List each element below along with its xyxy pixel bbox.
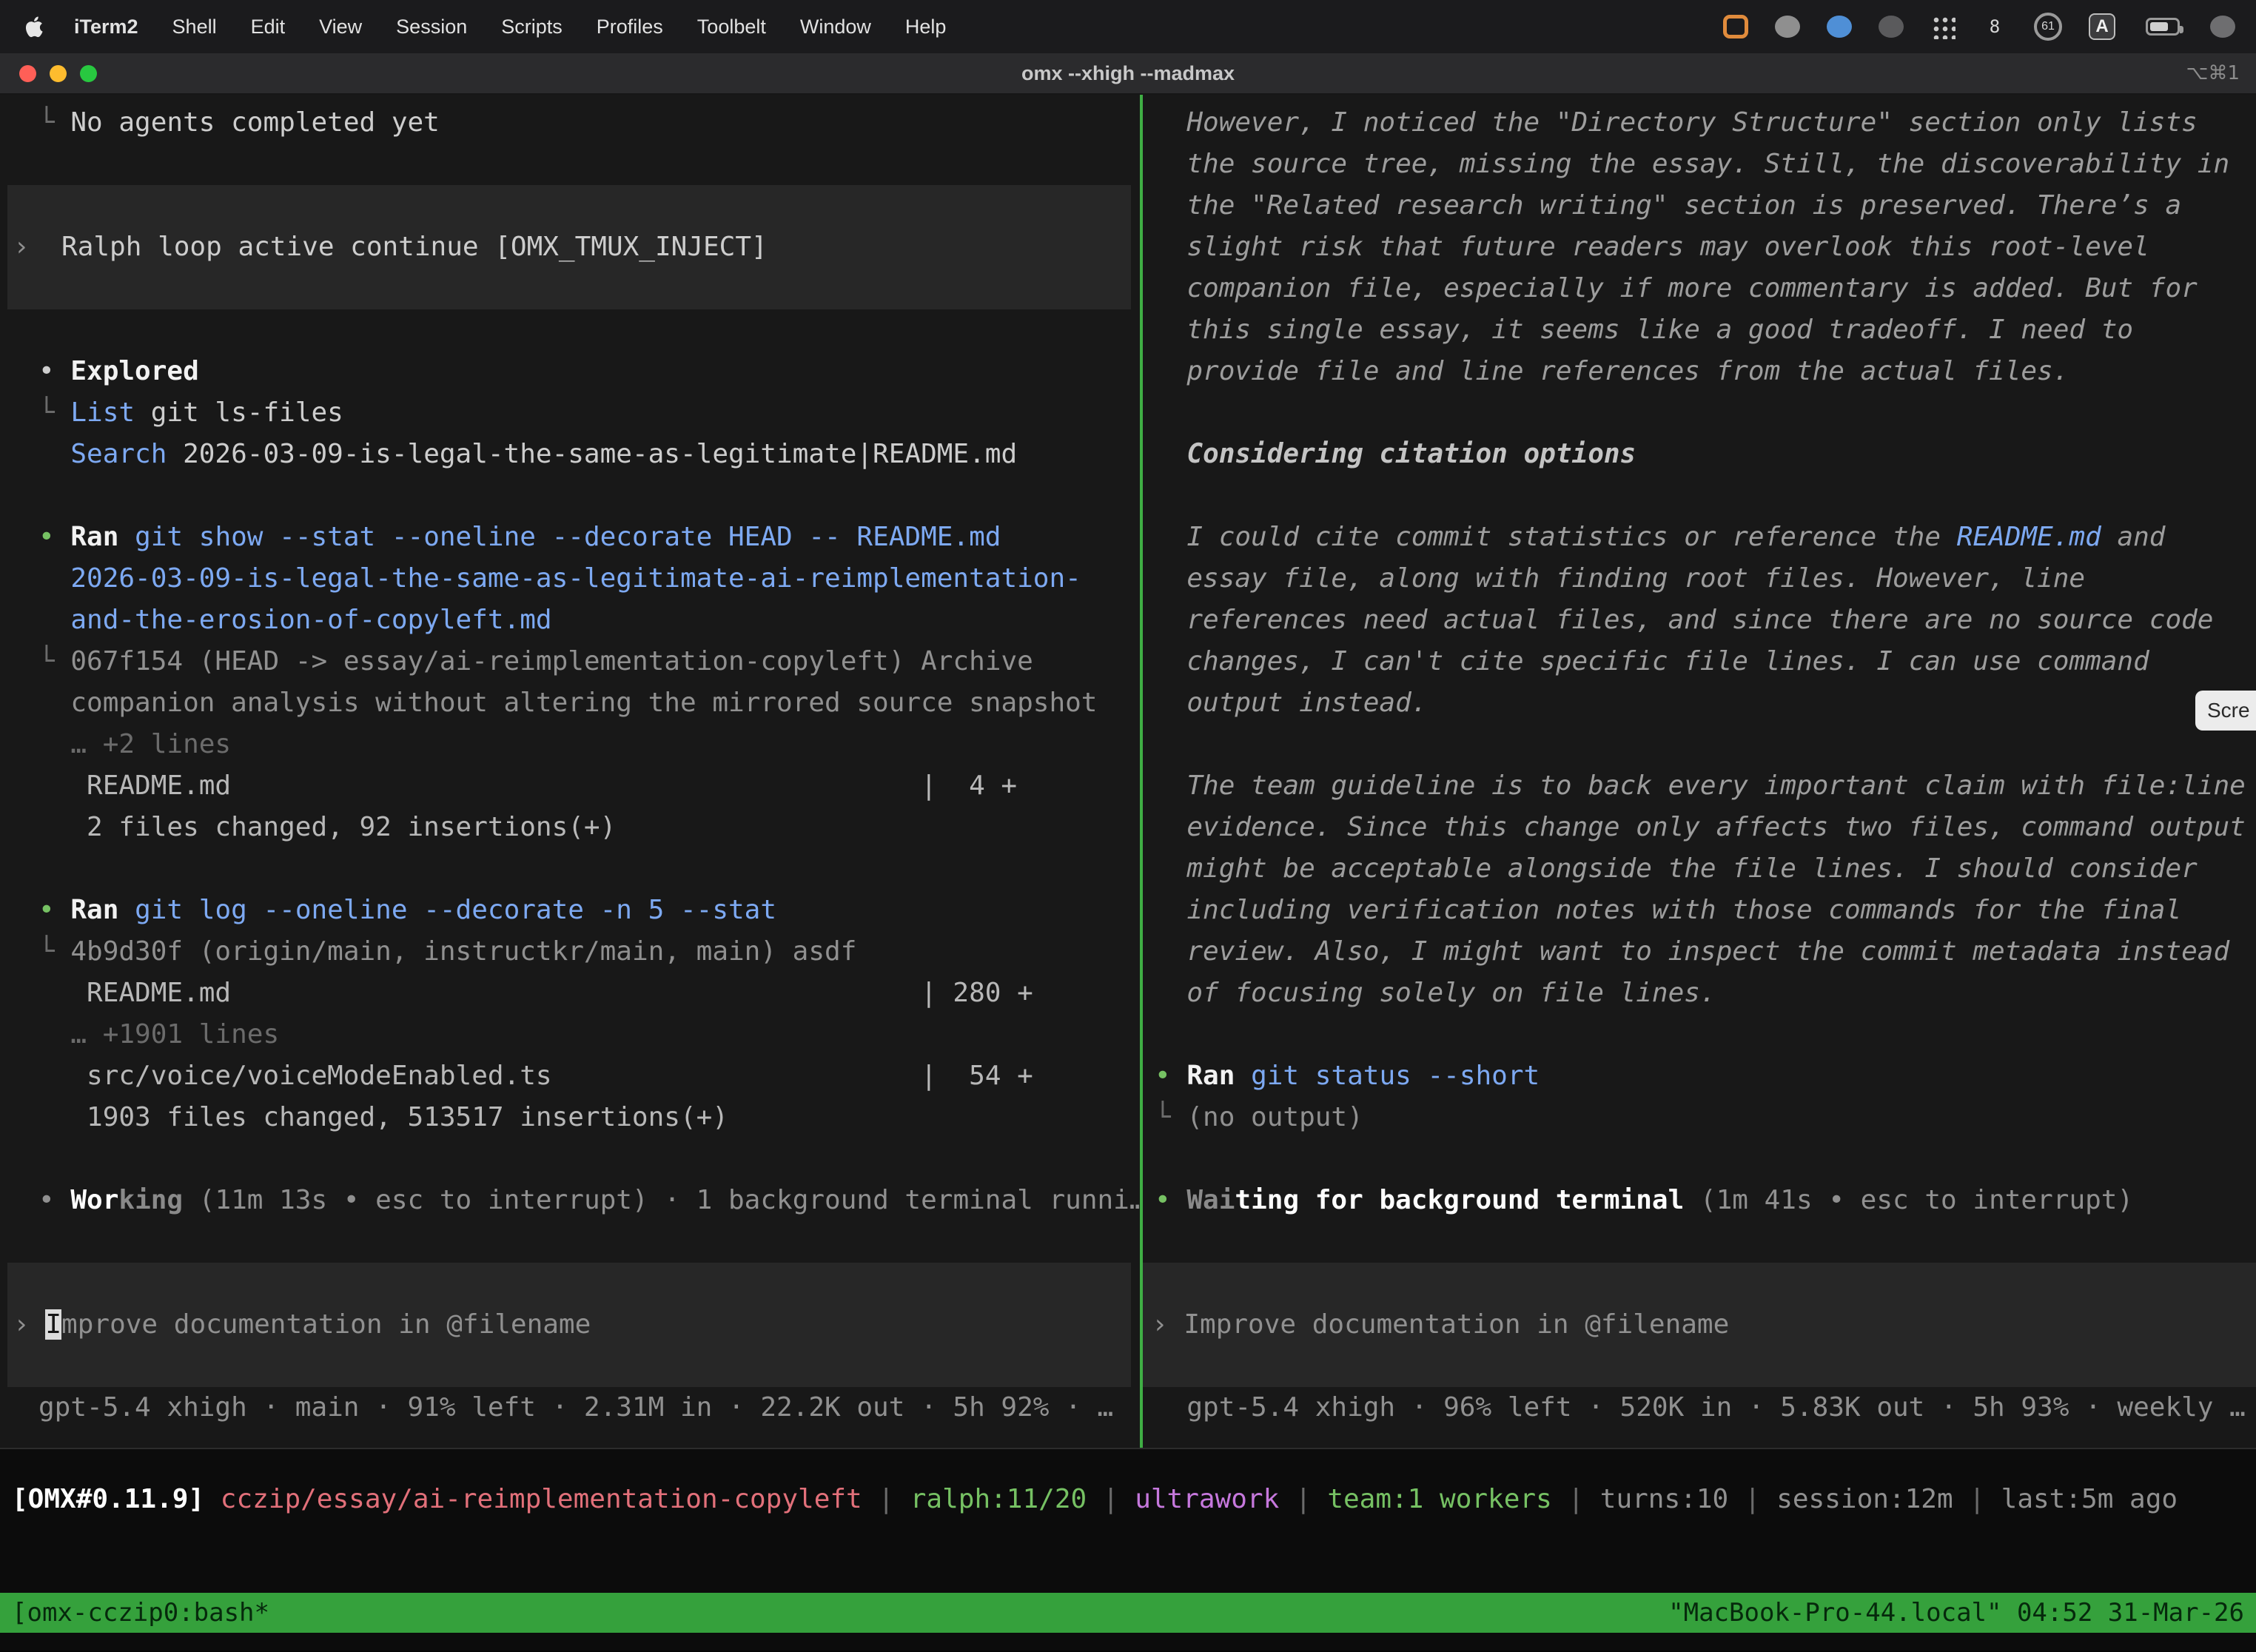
window-title: omx --xhigh --madmax xyxy=(0,62,2256,85)
terminal-line: this single essay, it seems like a good … xyxy=(1155,309,2256,351)
menu-item-toolbelt[interactable]: Toolbelt xyxy=(697,16,766,38)
prompt-input-right[interactable]: › Improve documentation in @filename xyxy=(1143,1263,2256,1387)
macos-menu-bar: iTerm2 Shell Edit View Session Scripts Profile… xyxy=(0,0,2256,53)
window-title-bar[interactable]: omx --xhigh --madmax ⌥⌘1 xyxy=(0,53,2256,95)
menu-item-iterm2[interactable]: iTerm2 xyxy=(74,16,138,38)
terminal-line: The team guideline is to back every impo… xyxy=(1155,765,2256,807)
menu-item-view[interactable]: View xyxy=(319,16,362,38)
screen-recording-icon[interactable] xyxy=(1723,15,1748,38)
status-icon-badge[interactable] xyxy=(1775,16,1800,38)
terminal-line: companion analysis without altering the … xyxy=(38,682,1140,724)
prompt-input-left[interactable]: › Improve documentation in @filename xyxy=(7,1263,1131,1387)
input-source-icon[interactable]: A xyxy=(2089,13,2115,40)
menu-items: iTerm2 Shell Edit View Session Scripts Profile… xyxy=(74,16,946,38)
terminal-line: the "Related research writing" section i… xyxy=(1155,185,2256,226)
apple-menu-icon[interactable] xyxy=(21,14,46,39)
blank-line xyxy=(38,1221,1140,1263)
terminal-line: essay file, along with finding root file… xyxy=(1155,558,2256,600)
prompt-input-right-line: › Improve documentation in @filename xyxy=(1152,1304,2256,1346)
explored-list: └ List git ls-files xyxy=(38,392,1140,434)
terminal-line: evidence. Since this change only affects… xyxy=(1155,807,2256,848)
blank-line xyxy=(38,1138,1140,1180)
menu-item-scripts[interactable]: Scripts xyxy=(501,16,563,38)
terminal-line: might be acceptable alongside the file l… xyxy=(1155,848,2256,890)
omx-status-line: [OMX#0.11.9] cczip/essay/ai-reimplementa… xyxy=(0,1449,2256,1491)
blank-line xyxy=(1155,1014,2256,1055)
terminal-pane-left[interactable]: └ No agents completed yet › Ralph loop ac… xyxy=(0,95,1140,1448)
terminal-line: references need actual files, and since … xyxy=(1155,600,2256,641)
terminal-line: 2 files changed, 92 insertions(+) xyxy=(38,807,1140,848)
ran-git-status: • Ran git status --short xyxy=(1155,1055,2256,1097)
terminal-line: 1903 files changed, 513517 insertions(+) xyxy=(38,1097,1140,1138)
menu-item-profiles[interactable]: Profiles xyxy=(597,16,663,38)
menu-item-session[interactable]: Session xyxy=(396,16,467,38)
ran-git-show: • Ran git show --stat --oneline --decora… xyxy=(38,517,1140,558)
status-icon-app[interactable] xyxy=(1827,16,1852,38)
control-center-icon[interactable] xyxy=(2210,16,2235,38)
working-status: • Working (11m 13s • esc to interrupt) ·… xyxy=(38,1180,1140,1221)
terminal-line: … +2 lines xyxy=(38,724,1140,765)
menu-item-help[interactable]: Help xyxy=(905,16,947,38)
battery-percent-icon[interactable]: 61 xyxy=(2034,13,2062,41)
blank-line xyxy=(38,475,1140,517)
bottom-status-region: [OMX#0.11.9] cczip/essay/ai-reimplementa… xyxy=(0,1449,2256,1651)
terminal-line: src/voice/voiceModeEnabled.ts | 54 + xyxy=(38,1055,1140,1097)
menu-item-shell[interactable]: Shell xyxy=(172,16,217,38)
grid-icon[interactable] xyxy=(1930,14,1955,39)
terminal-line: review. Also, I might want to inspect th… xyxy=(1155,931,2256,973)
explored-search: Search 2026-03-09-is-legal-the-same-as-l… xyxy=(38,434,1140,475)
blank-line xyxy=(1155,475,2256,517)
blank-line xyxy=(1155,1138,2256,1180)
terminal-line: the source tree, missing the essay. Stil… xyxy=(1155,144,2256,185)
blank-line xyxy=(1155,1221,2256,1263)
agents-status-line: └ No agents completed yet xyxy=(38,102,1140,144)
counter-icon[interactable]: 8 xyxy=(1982,14,2007,39)
terminal-panes: └ No agents completed yet › Ralph loop ac… xyxy=(0,95,2256,1449)
window-shortcut-badge: ⌥⌘1 xyxy=(2186,62,2240,84)
ralph-loop-banner-line: › Ralph loop active continue [OMX_TMUX_I… xyxy=(13,226,1131,268)
model-status-right: gpt-5.4 xhigh · 96% left · 520K in · 5.8… xyxy=(1155,1387,2256,1428)
menu-item-window[interactable]: Window xyxy=(800,16,871,38)
blank-line xyxy=(38,848,1140,890)
terminal-line: provide file and line references from th… xyxy=(1155,351,2256,392)
terminal-line: slight risk that future readers may over… xyxy=(1155,226,2256,268)
blank-line xyxy=(1155,724,2256,765)
terminal-line: output instead. xyxy=(1155,682,2256,724)
prompt-input-left-line: › Improve documentation in @filename xyxy=(13,1304,1131,1346)
tmux-session-label: [omx-cczip0:bash* xyxy=(12,1593,269,1633)
status-icon-dark[interactable] xyxy=(1879,16,1904,38)
terminal-line: README.md | 4 + xyxy=(38,765,1140,807)
explored-header: • Explored xyxy=(38,351,1140,392)
terminal-line: … +1901 lines xyxy=(38,1014,1140,1055)
terminal-line: of focusing solely on file lines. xyxy=(1155,973,2256,1014)
terminal-line: However, I noticed the "Directory Struct… xyxy=(1155,102,2256,144)
terminal-line: changes, I can't cite specific file line… xyxy=(1155,641,2256,682)
menu-item-edit[interactable]: Edit xyxy=(251,16,286,38)
terminal-pane-right[interactable]: However, I noticed the "Directory Struct… xyxy=(1143,95,2256,1448)
terminal-line: and-the-erosion-of-copyleft.md xyxy=(38,600,1140,641)
terminal-line: including verification notes with those … xyxy=(1155,890,2256,931)
tmux-status-bar: [omx-cczip0:bash* "MacBook-Pro-44.local"… xyxy=(0,1593,2256,1633)
screen-tooltip: Scre xyxy=(2195,691,2256,731)
menu-bar-status-icons: 8 61 A xyxy=(1723,13,2235,41)
terminal-line: I could cite commit statistics or refere… xyxy=(1155,517,2256,558)
terminal-line: └ (no output) xyxy=(1155,1097,2256,1138)
terminal-line: └ 4b9d30f (origin/main, instructkr/main,… xyxy=(38,931,1140,973)
terminal-line: companion file, especially if more comme… xyxy=(1155,268,2256,309)
blank-line xyxy=(38,144,1140,185)
blank-line xyxy=(38,309,1140,351)
terminal-line: 2026-03-09-is-legal-the-same-as-legitima… xyxy=(38,558,1140,600)
terminal-line: README.md | 280 + xyxy=(38,973,1140,1014)
model-status-left: gpt-5.4 xhigh · main · 91% left · 2.31M … xyxy=(38,1387,1140,1428)
text-cursor: I xyxy=(45,1309,61,1340)
ran-git-log: • Ran git log --oneline --decorate -n 5 … xyxy=(38,890,1140,931)
ralph-loop-banner: › Ralph loop active continue [OMX_TMUX_I… xyxy=(7,185,1131,309)
battery-icon[interactable] xyxy=(2142,14,2183,39)
tmux-host-time-label: "MacBook-Pro-44.local" 04:52 31-Mar-26 xyxy=(1668,1593,2244,1633)
terminal-line: └ 067f154 (HEAD -> essay/ai-reimplementa… xyxy=(38,641,1140,682)
reasoning-heading: Considering citation options xyxy=(1155,434,2256,475)
waiting-status: • Waiting for background terminal (1m 41… xyxy=(1155,1180,2256,1221)
blank-line xyxy=(1155,392,2256,434)
